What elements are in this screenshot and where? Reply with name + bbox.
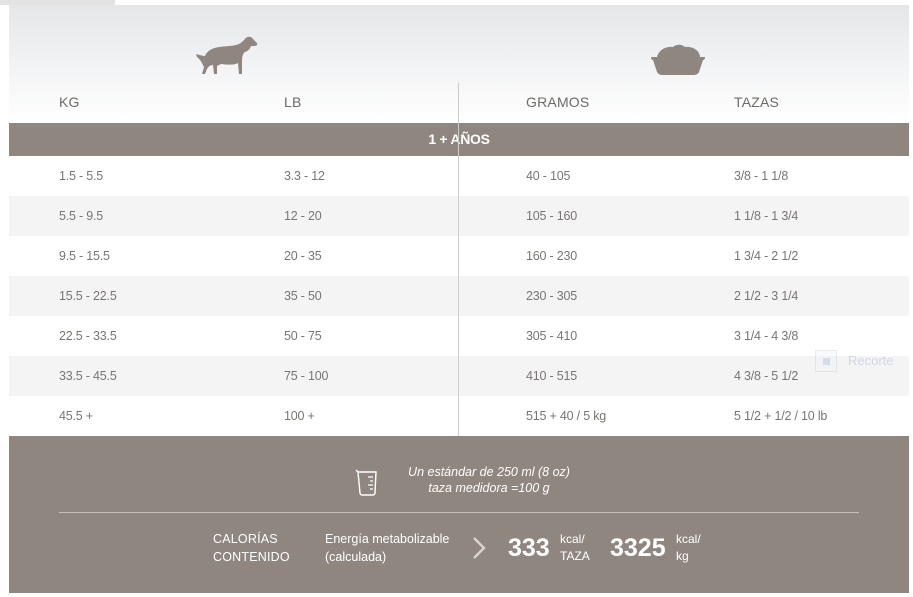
table-row: 5.5 - 9.5 12 - 20 105 - 160 1 1/8 - 1 3/… — [9, 196, 909, 236]
cell-gramos: 160 - 230 — [526, 249, 578, 263]
dog-icon — [196, 36, 258, 74]
column-header-lb: LB — [284, 94, 302, 110]
column-header-gramos: GRAMOS — [526, 94, 590, 110]
snip-tool-overlay[interactable]: Recorte — [815, 347, 913, 375]
cell-gramos: 515 + 40 / 5 kg — [526, 409, 607, 423]
cell-lb: 75 - 100 — [284, 369, 329, 383]
feeding-table-body: 1.5 - 5.5 3.3 - 12 40 - 105 3/8 - 1 1/8 … — [9, 156, 909, 436]
feeding-guide-card: KG LB GRAMOS TAZAS 1 + AÑOS 1.5 - 5.5 3.… — [9, 5, 909, 593]
cell-tazas: 2 1/2 - 3 1/4 — [734, 289, 799, 303]
kcal-per-cup-value: 333 — [508, 534, 550, 562]
column-divider — [458, 83, 459, 436]
cell-lb: 12 - 20 — [284, 209, 322, 223]
table-row: 45.5 + 100 + 515 + 40 / 5 kg 5 1/2 + 1/2… — [9, 396, 909, 436]
table-row: 1.5 - 5.5 3.3 - 12 40 - 105 3/8 - 1 1/8 — [9, 156, 909, 196]
table-row: 9.5 - 15.5 20 - 35 160 - 230 1 3/4 - 2 1… — [9, 236, 909, 276]
energy-label: Energía metabolizable (calculada) — [325, 530, 449, 566]
cell-tazas: 1 1/8 - 1 3/4 — [734, 209, 799, 223]
footer-divider — [59, 512, 859, 513]
kcal-per-kg-unit: kcal/ kg — [676, 531, 716, 565]
age-band-label: 1 + AÑOS — [428, 131, 490, 147]
cell-tazas: 3/8 - 1 1/8 — [734, 169, 789, 183]
food-bowl-icon — [651, 44, 705, 75]
kcal-per-cup-unit: kcal/ TAZA — [560, 531, 600, 565]
calorie-content-label: CALORÍAS CONTENIDO — [213, 530, 290, 566]
cell-kg: 1.5 - 5.5 — [59, 169, 104, 183]
cell-gramos: 305 - 410 — [526, 329, 578, 343]
cell-kg: 5.5 - 9.5 — [59, 209, 104, 223]
measuring-cup-icon — [355, 469, 377, 496]
cell-lb: 3.3 - 12 — [284, 169, 325, 183]
kcal-per-kg-value: 3325 — [610, 534, 666, 562]
energy-label-line-1: Energía metabolizable — [325, 532, 450, 546]
age-band: 1 + AÑOS — [9, 123, 909, 156]
cell-kg: 33.5 - 45.5 — [59, 369, 117, 383]
cell-tazas: 4 3/8 - 5 1/2 — [734, 369, 799, 383]
cell-lb: 20 - 35 — [284, 249, 322, 263]
column-header-tazas: TAZAS — [734, 94, 780, 110]
cell-gramos: 410 - 515 — [526, 369, 578, 383]
cell-tazas: 1 3/4 - 2 1/2 — [734, 249, 799, 263]
chevron-right-icon — [473, 537, 486, 559]
table-row: 33.5 - 45.5 75 - 100 410 - 515 4 3/8 - 5… — [9, 356, 909, 396]
cell-lb: 100 + — [284, 409, 315, 423]
cell-tazas: 3 1/4 - 4 3/8 — [734, 329, 799, 343]
kcal-kg-unit-line-2: kg — [676, 549, 689, 563]
column-header-kg: KG — [59, 94, 80, 110]
cell-tazas: 5 1/2 + 1/2 / 10 lb — [734, 409, 828, 423]
cell-kg: 15.5 - 22.5 — [59, 289, 117, 303]
measuring-cup-note: Un estándar de 250 ml (8 oz) taza medido… — [389, 464, 589, 496]
snip-label: Recorte — [848, 353, 894, 368]
table-row: 22.5 - 33.5 50 - 75 305 - 410 3 1/4 - 4 … — [9, 316, 909, 356]
snip-icon — [815, 350, 837, 372]
cell-gramos: 40 - 105 — [526, 169, 571, 183]
table-header: KG LB GRAMOS TAZAS — [9, 5, 909, 123]
calorie-footer: Un estándar de 250 ml (8 oz) taza medido… — [9, 436, 909, 593]
energy-label-line-2: (calculada) — [325, 550, 387, 564]
kcal-cup-unit-line-2: TAZA — [560, 549, 590, 563]
cup-note-line-1: Un estándar de 250 ml (8 oz) — [408, 465, 570, 479]
cell-gramos: 230 - 305 — [526, 289, 578, 303]
cell-lb: 35 - 50 — [284, 289, 322, 303]
calorie-label-line-1: CALORÍAS — [213, 532, 278, 546]
cell-lb: 50 - 75 — [284, 329, 322, 343]
table-row: 15.5 - 22.5 35 - 50 230 - 305 2 1/2 - 3 … — [9, 276, 909, 316]
kcal-cup-unit-line-1: kcal/ — [560, 532, 585, 546]
cup-note-line-2: taza medidora =100 g — [428, 481, 550, 495]
cell-gramos: 105 - 160 — [526, 209, 578, 223]
cell-kg: 45.5 + — [59, 409, 93, 423]
cell-kg: 9.5 - 15.5 — [59, 249, 110, 263]
kcal-kg-unit-line-1: kcal/ — [676, 532, 701, 546]
calorie-label-line-2: CONTENIDO — [213, 550, 290, 564]
cell-kg: 22.5 - 33.5 — [59, 329, 117, 343]
